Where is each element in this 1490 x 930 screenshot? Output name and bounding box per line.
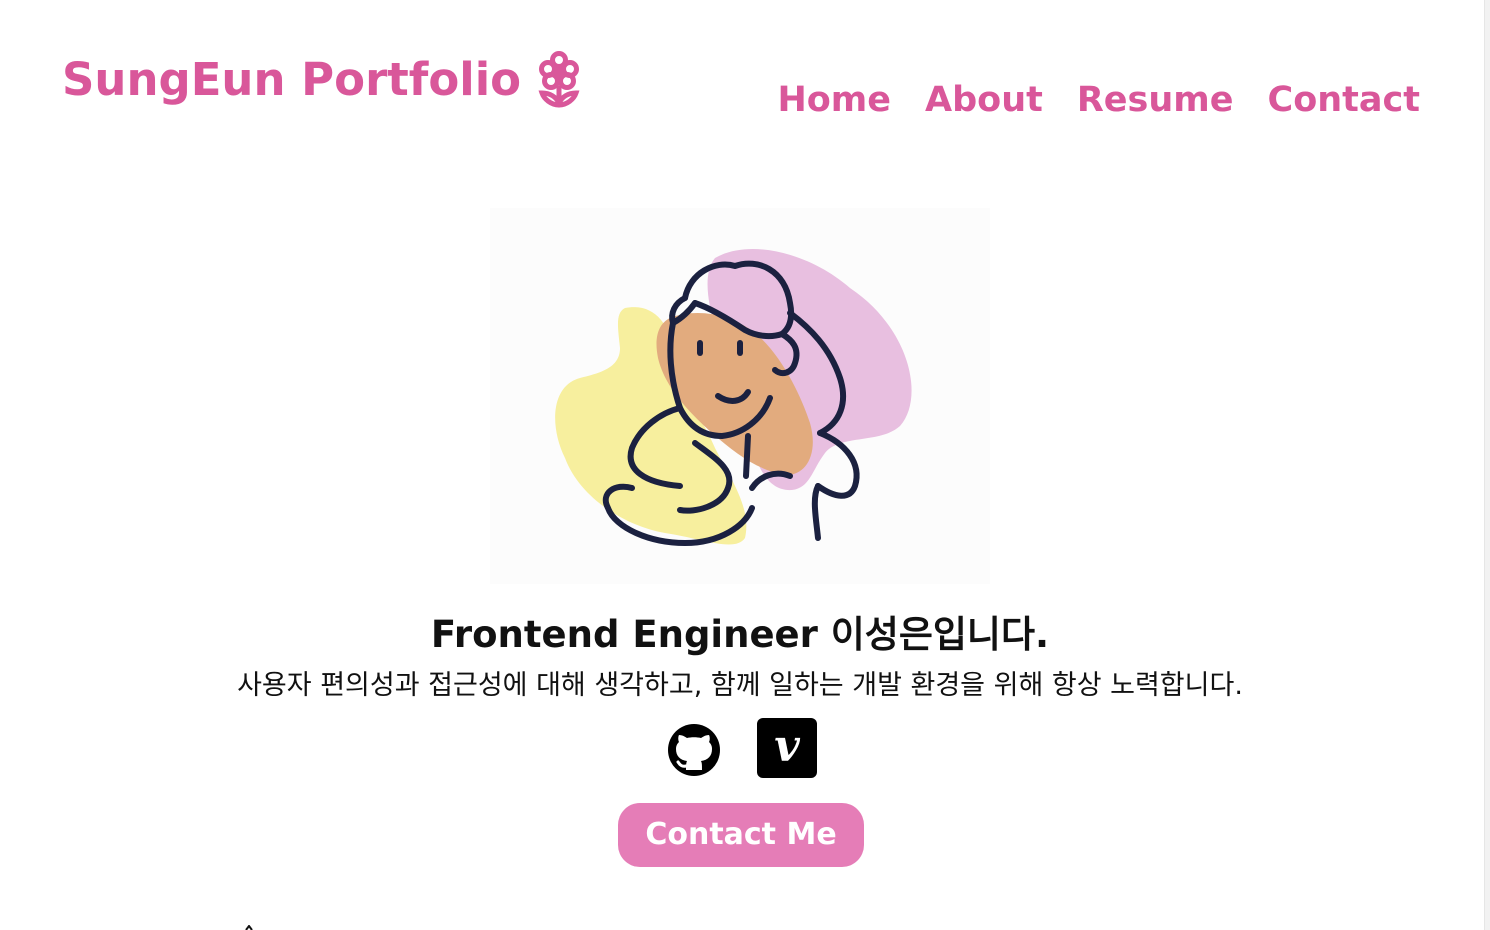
flower-icon (538, 51, 580, 108)
brand-title: SungEun Portfolio (62, 53, 522, 106)
page: SungEun Portfolio Home About Resume Cont… (0, 0, 1490, 930)
social-links: v (666, 718, 826, 780)
partial-glyph-mark (245, 925, 253, 930)
girl-avatar-icon (555, 249, 912, 546)
main-nav: Home About Resume Contact (777, 78, 1420, 122)
velog-link[interactable]: v (757, 718, 817, 778)
scrollbar-track[interactable] (1484, 0, 1490, 930)
hero-headline: Frontend Engineer 이성은입니다. (430, 613, 1050, 656)
contact-me-button[interactable]: Contact Me (618, 803, 864, 867)
github-link[interactable] (666, 722, 722, 778)
avatar-illustration (490, 208, 990, 584)
nav-home[interactable]: Home (777, 78, 891, 122)
hero-subline: 사용자 편의성과 접근성에 대해 생각하고, 함께 일하는 개발 환경을 위해 … (237, 670, 1243, 701)
nav-resume[interactable]: Resume (1077, 78, 1234, 122)
brand-logo-link[interactable]: SungEun Portfolio (62, 50, 581, 110)
nav-contact[interactable]: Contact (1268, 78, 1420, 122)
nav-about[interactable]: About (925, 78, 1043, 122)
github-icon (668, 724, 720, 776)
velog-icon: v (774, 721, 800, 772)
